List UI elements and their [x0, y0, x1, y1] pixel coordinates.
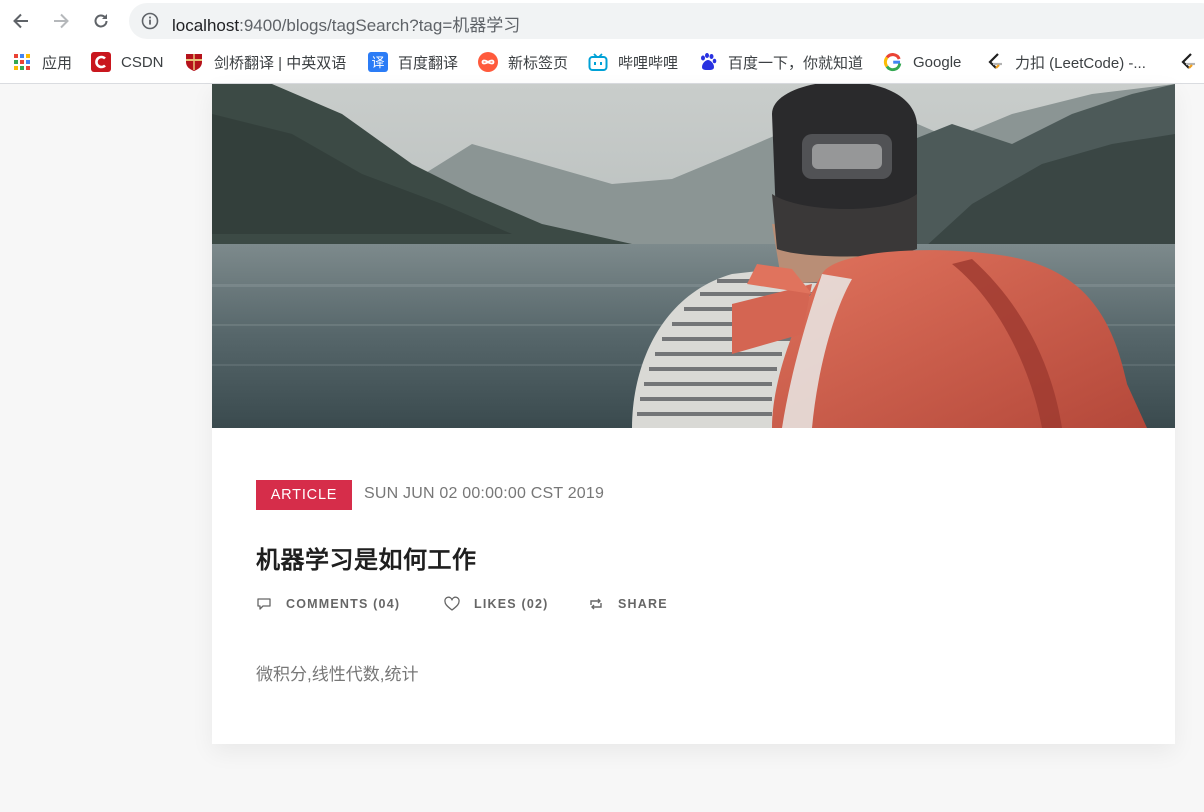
bookmark-label: CSDN	[121, 53, 164, 71]
apps-grid-icon	[12, 52, 32, 72]
post-card: ARTICLE SUN JUN 02 00:00:00 CST 2019 机器学…	[212, 84, 1175, 744]
post-title[interactable]: 机器学习是如何工作	[256, 540, 477, 575]
share-label: SHARE	[618, 597, 668, 611]
leetcode-icon	[985, 52, 1005, 72]
cambridge-shield-icon	[184, 52, 204, 72]
likes-count: LIKES (02)	[474, 597, 549, 611]
url-host: localhost	[172, 16, 240, 35]
bookmark-baidu-translate[interactable]: 译 百度翻译	[368, 50, 458, 74]
bookmark-baidu[interactable]: 百度一下，你就知道	[698, 50, 863, 74]
bookmark-label: 剑桥翻译 | 中英双语	[214, 54, 347, 72]
bookmark-google[interactable]: Google	[883, 50, 961, 74]
url-path: :9400/blogs/tagSearch?tag=机器学习	[239, 16, 521, 35]
heart-icon	[444, 596, 460, 611]
bookmark-label: 哔哩哔哩	[618, 54, 679, 72]
bookmark-cambridge[interactable]: 剑桥翻译 | 中英双语	[184, 50, 346, 74]
comments-link[interactable]: COMMENTS (04)	[256, 594, 400, 614]
arrow-left-icon	[13, 13, 28, 29]
bookmark-leetcode[interactable]: 力扣 (LeetCode) -...	[985, 50, 1146, 74]
bookmark-label: 应用	[42, 54, 73, 72]
bilibili-icon	[588, 52, 608, 72]
baidu-paw-icon	[698, 52, 718, 72]
bookmark-label: 百度一下，你就知道	[728, 54, 864, 72]
bookmark-new-tab[interactable]: 新标签页	[478, 50, 568, 74]
bookmark-label: 百度翻译	[398, 54, 459, 72]
back-button[interactable]	[7, 7, 35, 35]
bookmark-csdn[interactable]: CSDN	[91, 50, 164, 74]
bookmark-leetcode-overflow[interactable]	[1178, 50, 1204, 74]
reload-button[interactable]	[87, 7, 115, 35]
bookmark-label: Google	[913, 53, 962, 71]
browser-toolbar: localhost:9400/blogs/tagSearch?tag=机器学习	[0, 0, 1204, 42]
bookmarks-bar: 应用 CSDN 剑桥翻译 | 中英双语 译 百度翻译 新标签页 哔哩哔哩 百度一…	[0, 42, 1204, 84]
post-hero-image[interactable]	[212, 84, 1175, 428]
svg-text:译: 译	[371, 56, 384, 71]
post-excerpt: 微积分,线性代数,统计	[256, 665, 419, 684]
bookmark-label: 新标签页	[508, 54, 569, 72]
reload-icon	[94, 14, 108, 28]
hiker-lake-photo	[212, 84, 1175, 428]
bookmark-apps[interactable]: 应用	[12, 50, 72, 74]
category-badge[interactable]: ARTICLE	[256, 480, 352, 510]
post-date: SUN JUN 02 00:00:00 CST 2019	[364, 485, 605, 502]
bookmark-label: 力扣 (LeetCode) -...	[1015, 54, 1146, 72]
comments-count: COMMENTS (04)	[286, 597, 401, 611]
baidu-translate-icon: 译	[368, 52, 388, 72]
leetcode-icon	[1178, 52, 1198, 72]
csdn-icon	[91, 52, 111, 72]
google-g-icon	[883, 52, 903, 72]
share-link[interactable]: SHARE	[588, 594, 668, 614]
retweet-icon	[590, 598, 602, 610]
address-bar[interactable]: localhost:9400/blogs/tagSearch?tag=机器学习	[129, 3, 1204, 39]
bookmark-bilibili[interactable]: 哔哩哔哩	[588, 50, 678, 74]
url-text[interactable]: localhost:9400/blogs/tagSearch?tag=机器学习	[172, 11, 520, 36]
arrow-right-icon	[54, 13, 69, 29]
comment-icon	[257, 598, 271, 610]
info-icon[interactable]	[141, 12, 159, 30]
infinity-icon	[478, 52, 498, 72]
forward-button[interactable]	[47, 7, 75, 35]
likes-link[interactable]: LIKES (02)	[444, 594, 549, 614]
